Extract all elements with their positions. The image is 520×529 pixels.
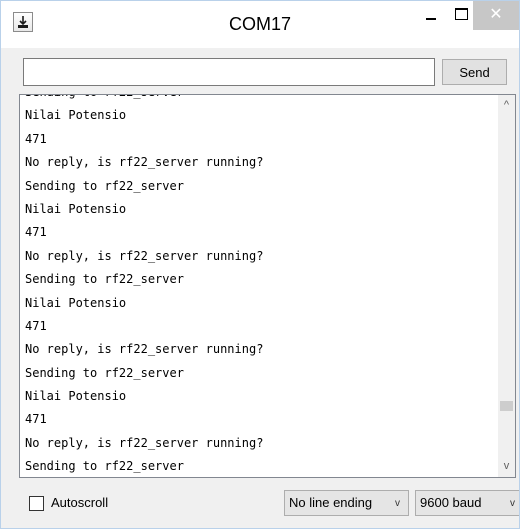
output-line: Sending to rf22_server [25,459,184,474]
serial-input[interactable] [23,58,435,86]
scroll-up-arrow-icon[interactable]: ^ [498,97,515,114]
send-toolbar: Send [1,48,519,94]
output-line: Sending to rf22_server [25,272,184,287]
line-ending-value: No line ending [289,495,373,510]
chevron-down-icon: v [510,498,515,509]
serial-output[interactable]: Sending to rf22_server Nilai Potensio 471 N… [19,94,516,478]
close-icon: ✕ [489,6,503,23]
output-line: Nilai Potensio [25,108,127,123]
output-line: No reply, is rf22_server running? [25,248,264,263]
maximize-button[interactable] [446,1,476,30]
send-button[interactable]: Send [442,59,507,85]
autoscroll-checkbox[interactable] [29,496,44,511]
output-line: Sending to rf22_server [25,95,497,104]
scroll-thumb[interactable] [500,401,513,411]
maximize-icon [454,8,468,20]
output-line: Nilai Potensio [25,201,127,216]
output-line: Nilai Potensio [25,295,127,310]
output-lines: Sending to rf22_server Nilai Potensio 471 N… [25,95,497,477]
output-line: 471 [25,225,47,240]
baud-rate-select[interactable]: 9600 baud v [415,490,519,516]
chevron-down-icon: v [395,498,400,509]
minimize-button[interactable] [416,1,446,30]
status-bar: Autoscroll No line ending v 9600 baud v [1,478,519,528]
title-bar[interactable]: COM17 ✕ [1,1,519,48]
output-line: No reply, is rf22_server running? [25,342,264,357]
output-line: Nilai Potensio [25,389,127,404]
output-line: 471 [25,318,47,333]
output-line: Sending to rf22_server [25,178,184,193]
output-line: Sending to rf22_server [25,365,184,380]
line-ending-select[interactable]: No line ending v [284,490,409,516]
output-line: 471 [25,131,47,146]
output-line: No reply, is rf22_server running? [25,435,264,450]
scroll-down-arrow-icon[interactable]: v [498,458,515,475]
baud-rate-value: 9600 baud [420,495,482,510]
autoscroll-label: Autoscroll [51,495,109,510]
output-line: No reply, is rf22_server running? [25,155,264,170]
close-button[interactable]: ✕ [473,1,519,30]
serial-monitor-window: COM17 ✕ Send Sending to rf22_server Nilai… [0,0,520,529]
vertical-scrollbar[interactable]: ^ v [498,95,515,477]
minimize-icon [426,18,436,20]
output-line: 471 [25,412,47,427]
